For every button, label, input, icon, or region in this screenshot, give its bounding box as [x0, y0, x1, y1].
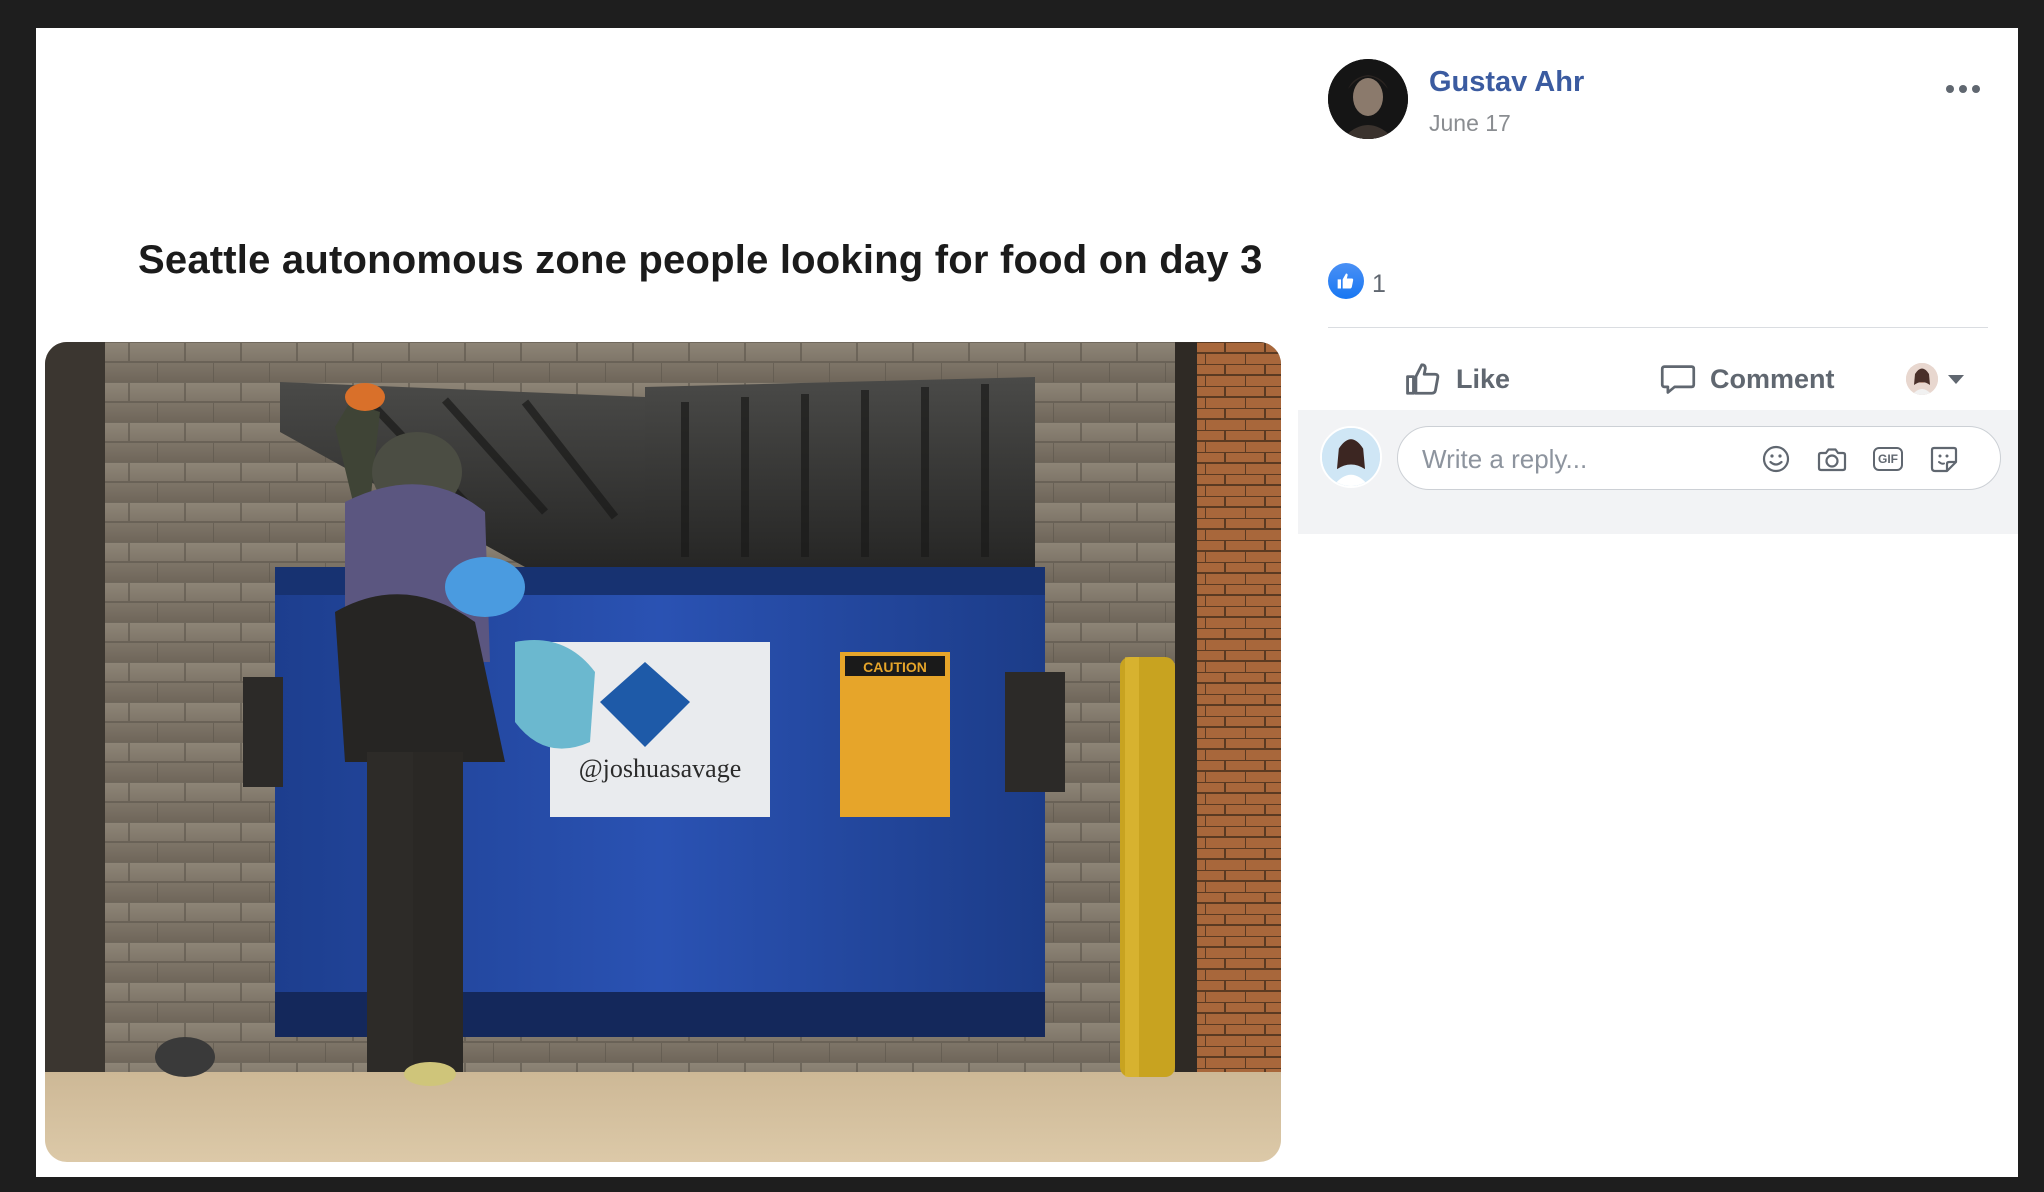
more-options-icon[interactable] [1938, 76, 1988, 102]
dot-icon [1972, 85, 1980, 93]
like-label: Like [1456, 363, 1511, 394]
post-photo[interactable]: @joshuasavage CAUTION [45, 342, 1281, 1162]
divider [1328, 327, 1988, 328]
comment-label: Comment [1710, 363, 1835, 394]
caution-text: CAUTION [863, 659, 927, 675]
reply-field-container: GIF [1397, 426, 2001, 491]
current-user-avatar[interactable] [1320, 426, 1382, 488]
thumbs-up-icon [1406, 363, 1440, 395]
action-bar: Like Comment [1328, 346, 1988, 412]
reply-composer: GIF [1298, 410, 2018, 534]
post-date[interactable]: June 17 [1429, 110, 1511, 137]
post-caption: Seattle autonomous zone people looking f… [138, 238, 1263, 282]
watermark-text: @joshuasavage [579, 754, 742, 783]
media-panel: Seattle autonomous zone people looking f… [36, 28, 1298, 1177]
reply-as-selector[interactable] [1906, 346, 1964, 412]
reaction-summary[interactable]: 1 [1328, 261, 1386, 301]
camera-icon[interactable] [1816, 443, 1848, 475]
reaction-count: 1 [1372, 269, 1386, 298]
chevron-down-icon [1948, 374, 1964, 384]
dot-icon [1959, 85, 1967, 93]
post-viewer: Seattle autonomous zone people looking f… [36, 28, 2018, 1177]
sticker-icon[interactable] [1928, 443, 1960, 475]
dot-icon [1946, 85, 1954, 93]
user-avatar-small [1906, 363, 1938, 395]
author-avatar[interactable] [1328, 59, 1408, 139]
emoji-icon[interactable] [1760, 443, 1792, 475]
post-sidebar: Gustav Ahr June 17 1 Like Comment Write … [1298, 28, 2018, 1177]
author-avatar-image [1328, 59, 1408, 139]
comment-button[interactable]: Comment [1660, 346, 1835, 412]
author-name[interactable]: Gustav Ahr [1429, 66, 1584, 99]
reply-input[interactable] [1420, 427, 1764, 491]
like-button[interactable]: Like [1404, 346, 1510, 412]
like-thumb-icon [1328, 263, 1364, 299]
dumpster-photo: @joshuasavage CAUTION [45, 342, 1281, 1162]
comment-icon [1660, 365, 1696, 394]
gif-icon[interactable]: GIF [1872, 443, 1904, 475]
